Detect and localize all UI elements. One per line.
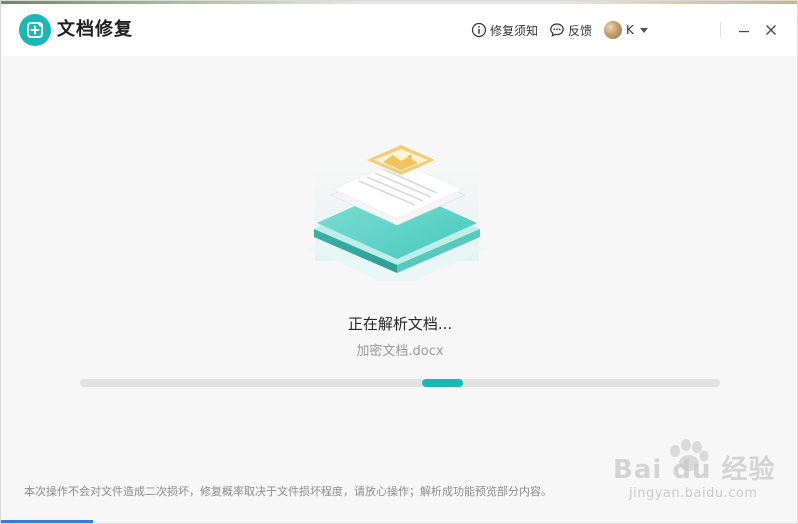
- app-window: 文档修复 修复须知 反馈 K 正在解析文档... 加密文档.docx 本次操作不…: [0, 0, 798, 524]
- minimize-button[interactable]: [732, 18, 756, 42]
- chat-bubble-icon: [550, 23, 564, 37]
- close-button[interactable]: [759, 18, 783, 42]
- close-icon: [766, 25, 776, 35]
- feedback-label: 反馈: [568, 23, 593, 38]
- app-title: 文档修复: [57, 19, 133, 40]
- watermark-logo: Bai du 经验 jingyan.baidu.com: [613, 439, 783, 509]
- user-name: K: [626, 23, 634, 37]
- document-repair-icon: [19, 14, 51, 46]
- feedback-button[interactable]: 反馈: [549, 19, 592, 41]
- user-menu[interactable]: K: [604, 19, 648, 41]
- minimize-icon: [739, 31, 749, 33]
- watermark-brand: Bai du 经验: [613, 455, 776, 485]
- watermark-url: jingyan.baidu.com: [629, 486, 758, 501]
- file-name: 加密文档.docx: [356, 344, 444, 359]
- document-layers-icon: [309, 145, 485, 281]
- footer-note: 本次操作不会对文件造成二次损坏，修复概率取决于文件损坏程度，请放心操作；解析成功…: [24, 485, 552, 498]
- titlebar-divider: [720, 22, 721, 38]
- progress-indicator: [422, 379, 463, 387]
- taskbar-strip: [1, 520, 93, 523]
- status-title: 正在解析文档...: [347, 315, 453, 333]
- title-bar: 文档修复 修复须知 反馈 K: [1, 4, 797, 56]
- avatar: [604, 21, 622, 39]
- repair-notice-label: 修复须知: [490, 23, 539, 38]
- repair-notice-button[interactable]: 修复须知: [471, 19, 538, 41]
- chevron-down-icon: [639, 27, 648, 33]
- progress-bar: [80, 379, 720, 387]
- info-icon: [471, 22, 487, 38]
